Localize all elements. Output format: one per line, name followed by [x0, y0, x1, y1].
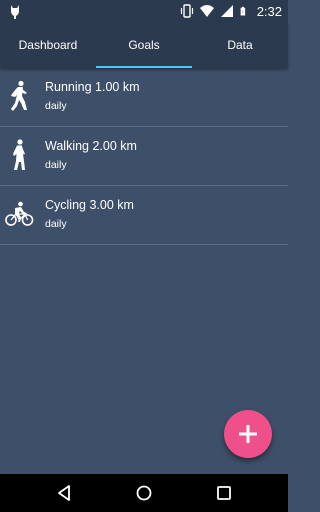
tab-bar: Dashboard Goals Data: [0, 22, 288, 68]
status-time: 2:32: [256, 3, 282, 19]
goal-item-cycling[interactable]: Cycling 3.00 km daily: [0, 186, 288, 245]
tab-data[interactable]: Data: [192, 22, 288, 68]
plus-icon: [239, 425, 257, 443]
goal-list: Running 1.00 km daily Walking 2.00 km da…: [0, 68, 288, 245]
tab-goals[interactable]: Goals: [96, 22, 192, 68]
battery-icon: !: [240, 6, 245, 16]
goal-item-running[interactable]: Running 1.00 km daily: [0, 68, 288, 127]
status-bar: ! 2:32: [0, 0, 288, 22]
goal-item-walking[interactable]: Walking 2.00 km daily: [0, 127, 288, 186]
status-icons: ! 2:32: [180, 0, 282, 22]
cycling-icon: [5, 201, 34, 226]
vibrate-icon: [180, 4, 193, 18]
navigation-bar: [0, 474, 288, 512]
goal-title: Cycling 3.00 km: [45, 198, 134, 212]
goal-period: daily: [45, 159, 67, 171]
tab-label: Data: [227, 38, 253, 52]
goal-period: daily: [45, 218, 67, 230]
goal-period: daily: [45, 100, 67, 112]
signal-icon: [220, 5, 233, 17]
notification-icon: [11, 5, 19, 19]
tab-label: Dashboard: [18, 38, 78, 52]
add-goal-button[interactable]: [224, 410, 272, 458]
walking-icon: [13, 139, 25, 170]
wifi-icon: [199, 5, 214, 17]
app-screen: ! 2:32 Dashboard Goals Data Running 1.00…: [0, 0, 288, 512]
goal-title: Running 1.00 km: [45, 80, 140, 94]
goal-title: Walking 2.00 km: [45, 139, 137, 153]
svg-text:!: !: [242, 10, 243, 15]
tab-dashboard[interactable]: Dashboard: [0, 22, 96, 68]
app-bar: Dashboard Goals Data: [0, 22, 288, 68]
home-icon[interactable]: [134, 483, 154, 503]
tab-label: Goals: [128, 38, 160, 52]
recents-icon[interactable]: [214, 483, 234, 503]
running-icon: [11, 80, 27, 111]
back-icon[interactable]: [54, 483, 74, 503]
